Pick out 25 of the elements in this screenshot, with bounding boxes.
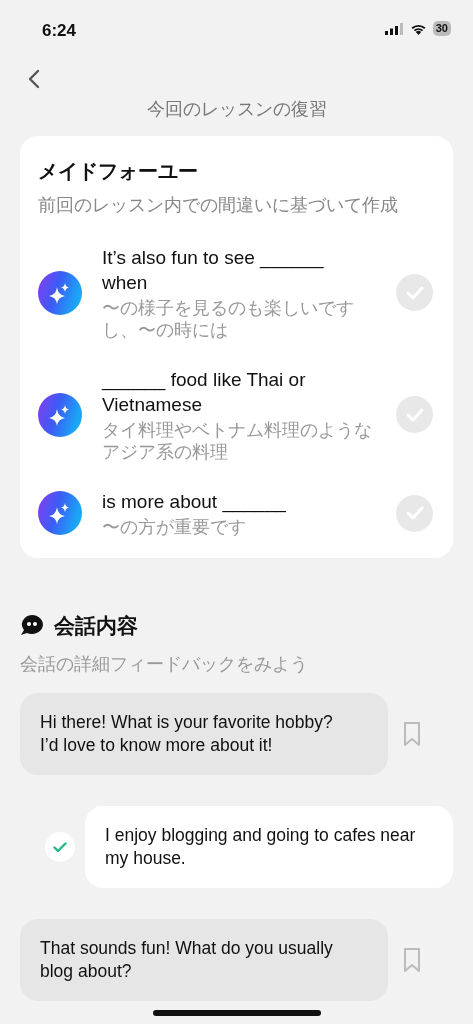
- wifi-icon: [409, 22, 427, 35]
- battery-indicator: 30: [432, 21, 451, 36]
- sparkle-icon: [38, 392, 82, 437]
- translation-text: 〜の様子を見るのも楽しいですし、〜の時には: [102, 296, 355, 341]
- ai-message: That sounds fun! What do you usually blog about?: [20, 919, 388, 1002]
- ai-message: Hi there! What is your favorite hobby? I’d love to know more about it!: [20, 693, 388, 776]
- sparkle-icon: [38, 270, 82, 315]
- home-indicator[interactable]: [153, 1010, 321, 1016]
- user-message: I enjoy blogging and going to cafes near my house.: [85, 806, 453, 889]
- signal-icon: [384, 22, 404, 35]
- card-title: メイドフォーユー: [38, 159, 199, 185]
- phrase-text: ______ food like Thai or Vietnamese: [102, 367, 307, 417]
- translation-text: タイ料理やベトナム料理のようなアジア系の料理: [102, 418, 373, 463]
- page-title: 今回のレッスンの復習: [145, 98, 328, 121]
- phrase-text: is more about ______: [102, 489, 287, 514]
- quote-bubble-icon: [20, 614, 44, 637]
- section-subtitle: 会話の詳細フィードバックをみよう: [20, 653, 309, 676]
- translation-text: 〜の方が重要です: [102, 515, 247, 538]
- status-time: 6:24: [42, 20, 77, 42]
- phrase-text: It’s also fun to see ______ when: [102, 245, 325, 295]
- card-subtitle: 前回のレッスン内での間違いに基づいて作成: [38, 194, 399, 218]
- section-title: 会話内容: [54, 612, 138, 639]
- bookmark-button[interactable]: [403, 721, 421, 748]
- sparkle-icon: [38, 491, 82, 535]
- bookmark-button[interactable]: [403, 947, 421, 974]
